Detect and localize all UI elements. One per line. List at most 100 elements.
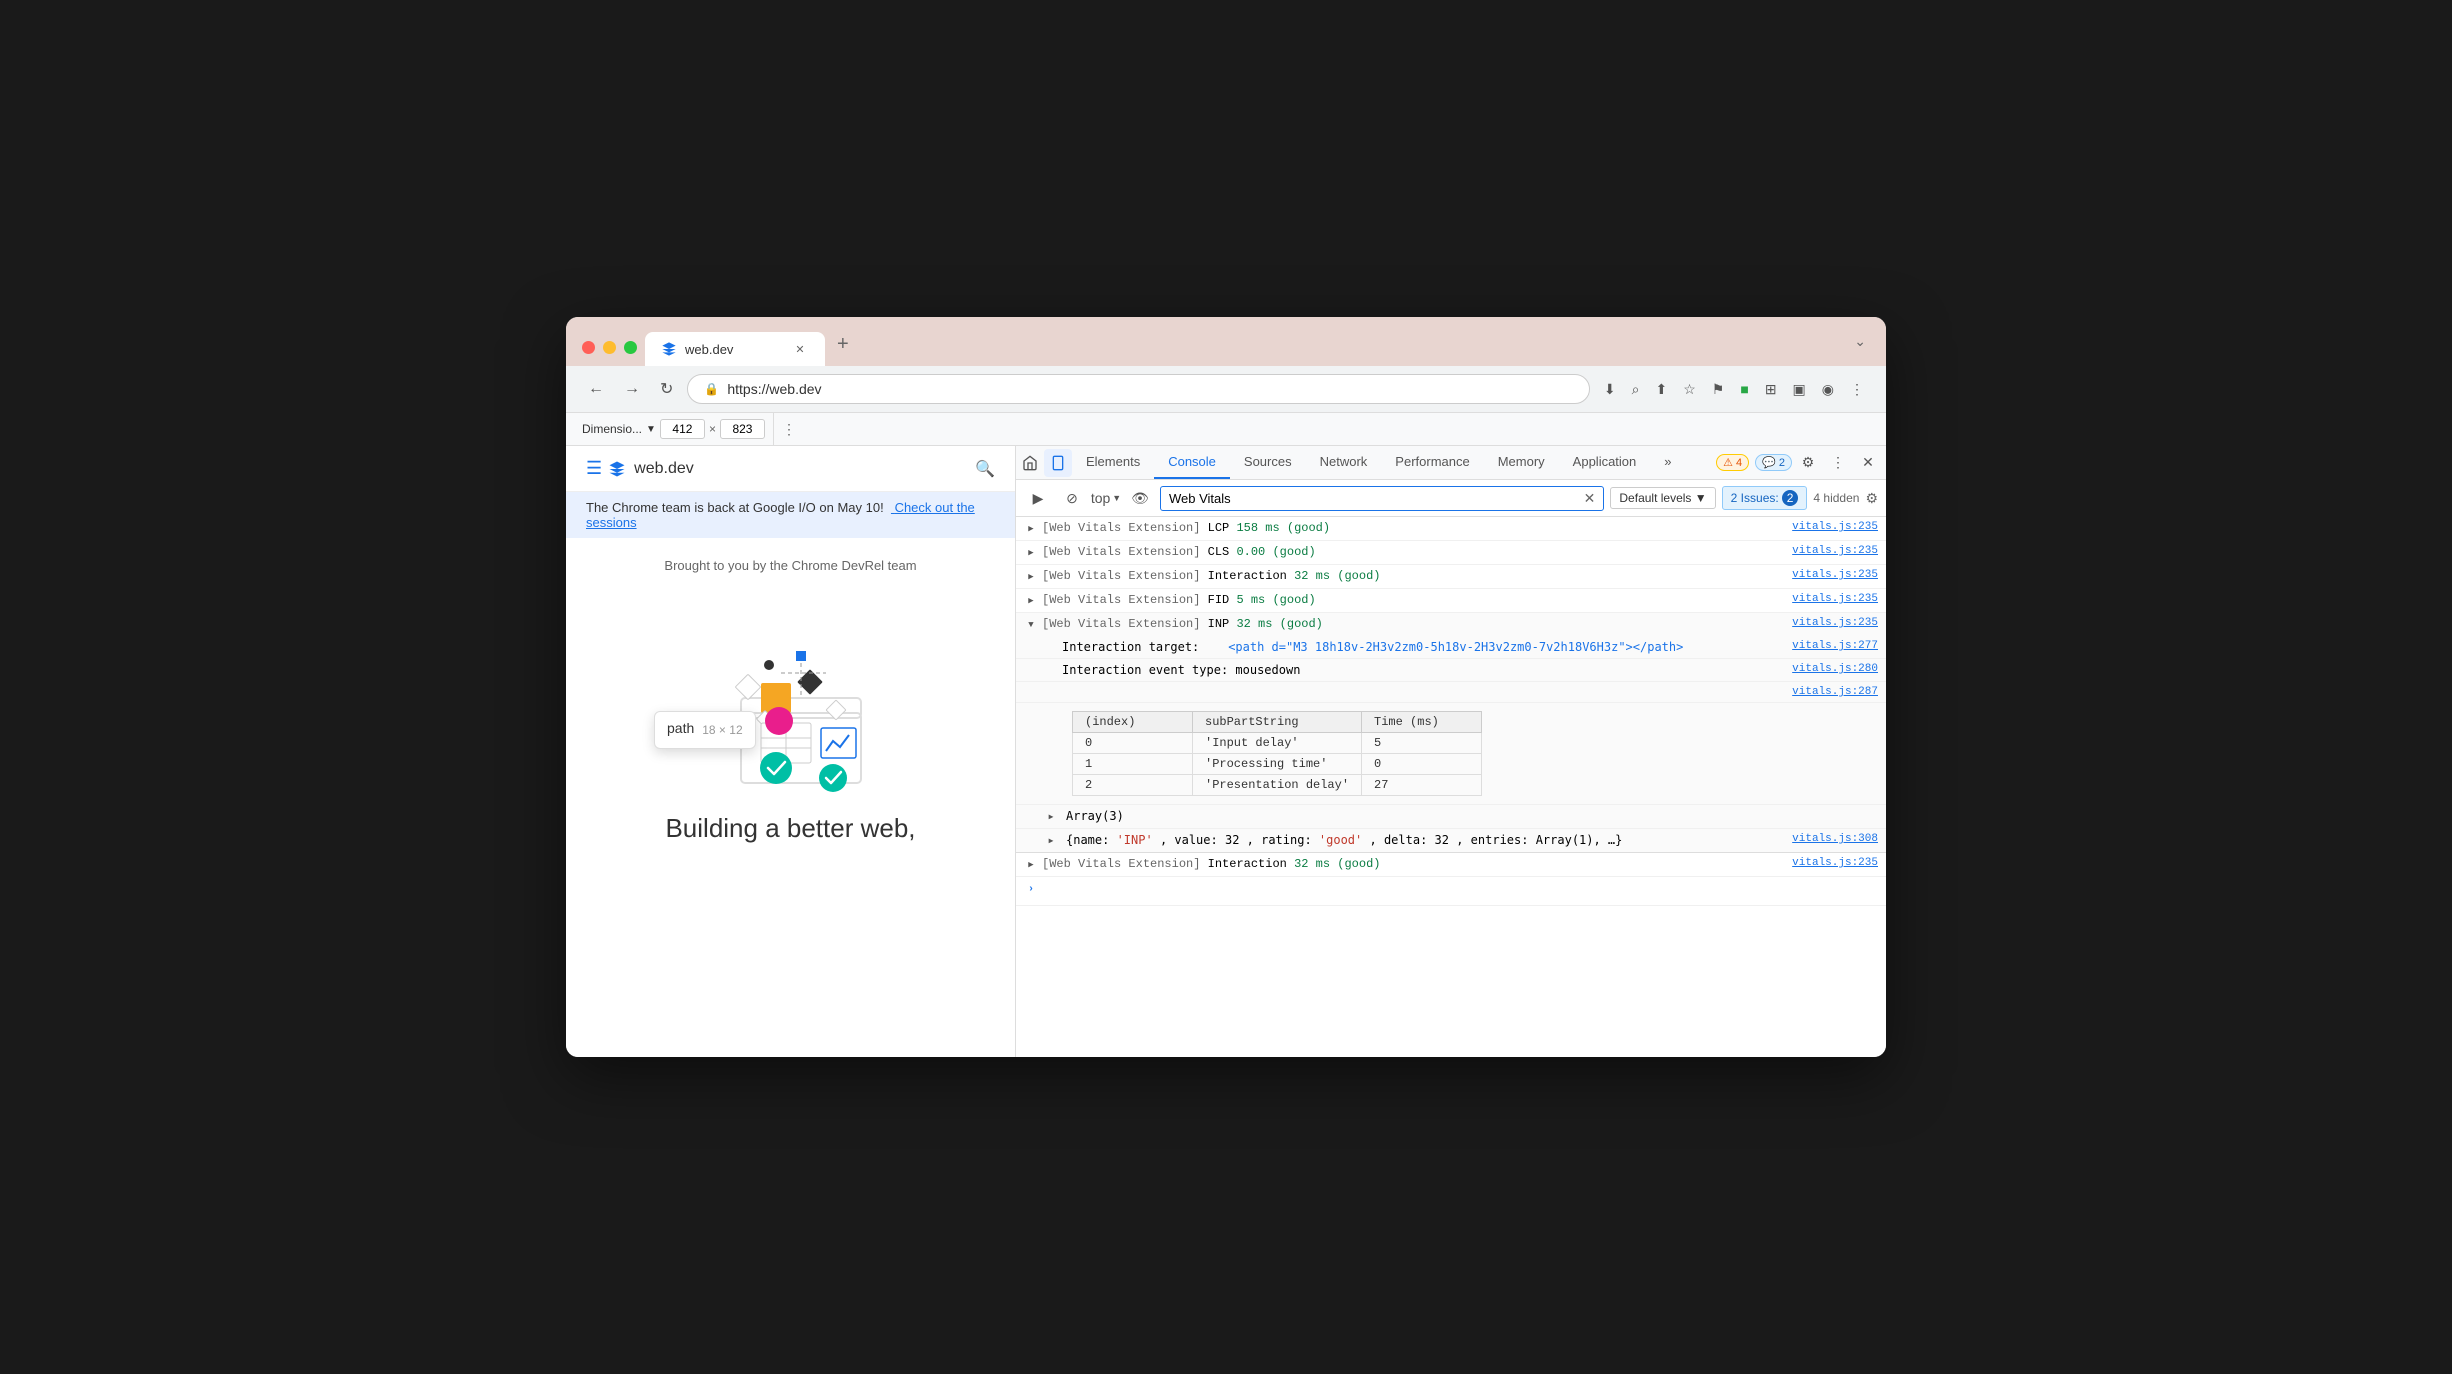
- rating-fid: (good): [1272, 593, 1315, 607]
- browser-window: web.dev ✕ + ⌄ ← → ↻ 🔒 https://web.dev ⬇ …: [566, 317, 1886, 1057]
- address-bar[interactable]: 🔒 https://web.dev: [687, 374, 1590, 404]
- profile-button[interactable]: ◉: [1816, 375, 1840, 404]
- file-ref-cls[interactable]: vitals.js:235: [1792, 545, 1878, 557]
- search-icon[interactable]: 🔍: [975, 459, 995, 479]
- console-settings-button[interactable]: ⚙: [1865, 490, 1878, 507]
- tab-memory[interactable]: Memory: [1484, 446, 1559, 479]
- back-button[interactable]: ←: [582, 376, 610, 402]
- file-ref-empty[interactable]: vitals.js:287: [1792, 686, 1878, 698]
- entry-content-inp: [Web Vitals Extension] INP 32 ms (good): [1042, 617, 1878, 631]
- webpage-header: ☰ web.dev 🔍: [566, 446, 1015, 492]
- console-prompt-space[interactable]: [1042, 881, 1878, 901]
- interaction-event-row: Interaction event type: mousedown: [1062, 663, 1300, 677]
- tab-performance[interactable]: Performance: [1381, 446, 1483, 479]
- expand-toggle-interaction-2[interactable]: [1024, 858, 1038, 872]
- minimize-button[interactable]: [603, 341, 616, 354]
- sidebar-button[interactable]: ▣: [1787, 375, 1812, 404]
- filter-clear-button[interactable]: ✕: [1584, 491, 1596, 505]
- download-button[interactable]: ⬇: [1598, 375, 1622, 404]
- warning-badge[interactable]: ⚠ 4: [1716, 454, 1749, 471]
- expand-toggle-array[interactable]: [1044, 810, 1058, 824]
- console-toolbar: ▶ ⊘ top ▼ 👁 Web Vitals ✕ Default levels …: [1016, 480, 1886, 517]
- new-tab-button[interactable]: +: [829, 330, 857, 366]
- stop-button[interactable]: ⊘: [1058, 484, 1086, 512]
- rating-cls: (good): [1272, 545, 1315, 559]
- menu-button[interactable]: ⋮: [1844, 375, 1870, 404]
- height-input[interactable]: [720, 419, 765, 439]
- tab-more[interactable]: »: [1650, 446, 1685, 479]
- tab-network[interactable]: Network: [1306, 446, 1382, 479]
- tab-application-label: Application: [1573, 454, 1637, 469]
- devtools-tabs: Elements Console Sources Network Perform…: [1016, 446, 1886, 480]
- tooltip-element-name: path: [667, 720, 694, 736]
- file-ref-object[interactable]: vitals.js:308: [1792, 833, 1878, 845]
- file-ref-fid[interactable]: vitals.js:235: [1792, 593, 1878, 605]
- share-button[interactable]: ⬆: [1649, 375, 1673, 404]
- file-ref-interaction-1[interactable]: vitals.js:235: [1792, 569, 1878, 581]
- metric-interaction-1: Interaction: [1208, 569, 1294, 583]
- interaction-event-label: Interaction event type:: [1062, 663, 1235, 677]
- tab-favicon: [661, 341, 677, 357]
- metric-lcp: LCP: [1208, 521, 1237, 535]
- tab-close-button[interactable]: ✕: [791, 340, 809, 358]
- green-button[interactable]: ■: [1734, 375, 1754, 403]
- inp-array: Array(3): [1016, 805, 1886, 829]
- expand-toggle-interaction-1[interactable]: [1024, 570, 1038, 584]
- context-selector[interactable]: top ▼: [1092, 484, 1120, 512]
- eye-button[interactable]: 👁: [1126, 484, 1154, 512]
- device-toggle-btn[interactable]: [1044, 449, 1072, 477]
- devtools-bar-more-icon[interactable]: ⋮: [774, 417, 804, 442]
- expand-toggle-fid[interactable]: [1024, 594, 1038, 608]
- forward-button[interactable]: →: [618, 376, 646, 402]
- interaction-event-value: mousedown: [1235, 663, 1300, 677]
- console-entry-interaction-1: [Web Vitals Extension] Interaction 32 ms…: [1016, 565, 1886, 589]
- console-filter-wrapper[interactable]: Web Vitals ✕: [1160, 486, 1604, 511]
- devtools-tabs-actions: ⚠ 4 💬 2 ⚙ ⋮ ✕: [1708, 449, 1886, 477]
- tab-sources[interactable]: Sources: [1230, 446, 1306, 479]
- file-ref-lcp[interactable]: vitals.js:235: [1792, 521, 1878, 533]
- tab-elements[interactable]: Elements: [1072, 446, 1154, 479]
- tab-application[interactable]: Application: [1559, 446, 1651, 479]
- flag-button[interactable]: ⚑: [1706, 375, 1731, 404]
- extensions-button[interactable]: ⊞: [1759, 375, 1783, 404]
- tab-sources-label: Sources: [1244, 454, 1292, 469]
- prefix-fid: [Web Vitals Extension]: [1042, 593, 1208, 607]
- webpage-logo: web.dev: [608, 460, 694, 478]
- console-entry-lcp: [Web Vitals Extension] LCP 158 ms (good)…: [1016, 517, 1886, 541]
- tab-console[interactable]: Console: [1154, 446, 1230, 479]
- window-more-button[interactable]: ⌄: [1850, 329, 1870, 354]
- array-label: Array(3): [1066, 809, 1124, 824]
- console-prompt-icon: ›: [1024, 882, 1038, 896]
- active-tab[interactable]: web.dev ✕: [645, 332, 825, 366]
- webpage-title: Building a better web,: [586, 813, 995, 844]
- star-button[interactable]: ☆: [1677, 375, 1702, 404]
- devtools-close-btn[interactable]: ✕: [1854, 449, 1882, 477]
- reload-button[interactable]: ↻: [654, 375, 679, 403]
- width-input[interactable]: [660, 419, 705, 439]
- issues-button[interactable]: 2 Issues: 2: [1722, 486, 1808, 510]
- zoom-button[interactable]: ⌕: [1626, 375, 1646, 404]
- interaction-target-row: Interaction target: <path d="M3 18h18v-2…: [1062, 640, 1683, 654]
- devtools-more-btn[interactable]: ⋮: [1824, 449, 1852, 477]
- file-ref-target[interactable]: vitals.js:277: [1792, 640, 1878, 652]
- device-label: Dimensio...: [582, 422, 642, 436]
- file-ref-interaction-2[interactable]: vitals.js:235: [1792, 857, 1878, 869]
- levels-button[interactable]: Default levels ▼: [1610, 487, 1715, 509]
- maximize-button[interactable]: [624, 341, 637, 354]
- info-badge[interactable]: 💬 2: [1755, 454, 1792, 471]
- expand-toggle-lcp[interactable]: [1024, 522, 1038, 536]
- devtools-settings-btn[interactable]: ⚙: [1794, 449, 1822, 477]
- expand-toggle-cls[interactable]: [1024, 546, 1038, 560]
- expand-toggle-object[interactable]: [1044, 834, 1058, 848]
- execute-button[interactable]: ▶: [1024, 484, 1052, 512]
- inspect-icon-btn[interactable]: [1016, 449, 1044, 477]
- close-button[interactable]: [582, 341, 595, 354]
- rating-lcp: (good): [1287, 521, 1330, 535]
- interaction-target-label: Interaction target:: [1062, 640, 1221, 654]
- dimension-selector: Dimensio... ▼ ×: [574, 413, 774, 445]
- file-ref-inp[interactable]: vitals.js:235: [1792, 617, 1878, 629]
- inp-detail-event: Interaction event type: mousedown vitals…: [1016, 659, 1886, 682]
- expand-toggle-inp[interactable]: [1024, 618, 1038, 632]
- file-ref-event[interactable]: vitals.js:280: [1792, 663, 1878, 675]
- object-delta-val: 32: [1435, 833, 1449, 847]
